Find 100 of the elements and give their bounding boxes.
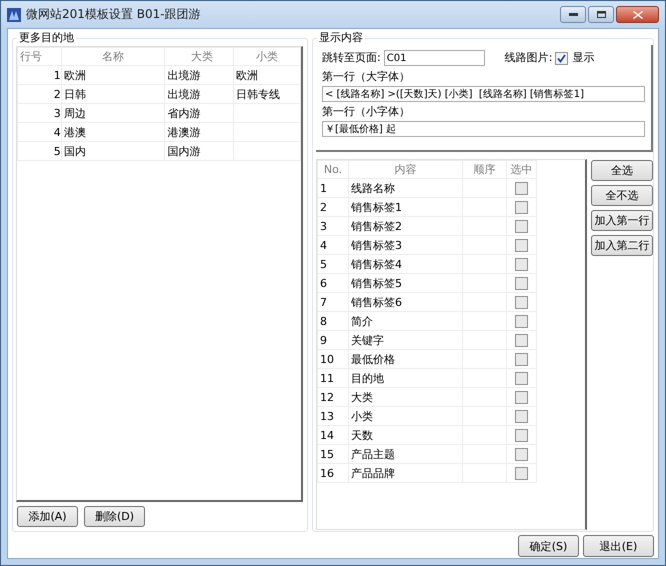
table-cell: 出境游 bbox=[167, 68, 200, 82]
table-cell: 2 bbox=[54, 88, 61, 100]
push-button[interactable]: 加入第一行 bbox=[591, 210, 653, 231]
push-button[interactable]: 删除(D) bbox=[84, 506, 145, 527]
table-cell: 8 bbox=[320, 314, 327, 328]
table-cell: 最低价格 bbox=[351, 352, 395, 366]
push-button[interactable]: 添加(A) bbox=[17, 506, 78, 527]
checkbox[interactable] bbox=[515, 466, 528, 480]
column-header: 大类 bbox=[164, 48, 234, 66]
table-cell: 日韩专线 bbox=[236, 88, 280, 100]
table-cell: 5 bbox=[54, 144, 61, 158]
checkbox[interactable] bbox=[515, 182, 528, 194]
table-cell: 销售标签2 bbox=[351, 220, 402, 232]
table-cell: 11 bbox=[320, 372, 334, 384]
table-cell: 销售标签1 bbox=[351, 200, 402, 214]
push-button[interactable]: 退出(E) bbox=[583, 535, 654, 557]
table-cell: 14 bbox=[320, 428, 334, 442]
table-cell: 国内 bbox=[64, 144, 86, 158]
maximize-icon bbox=[596, 11, 606, 18]
column-header: 内容 bbox=[348, 160, 462, 178]
maximize-button[interactable] bbox=[588, 6, 614, 23]
checkbox[interactable] bbox=[515, 296, 528, 308]
checkbox[interactable] bbox=[515, 200, 528, 214]
push-button[interactable]: 确定(S) bbox=[518, 535, 579, 557]
input-field[interactable]: C01 bbox=[384, 50, 485, 66]
app-icon bbox=[7, 8, 21, 22]
input-field[interactable]: ￥[最低价格] 起 bbox=[322, 121, 645, 137]
table-cell: 大类 bbox=[351, 390, 373, 404]
table-cell: 16 bbox=[320, 466, 334, 480]
table-cell: 2 bbox=[320, 200, 327, 214]
input-field[interactable]: < [线路名称] >([天数]天) [小类] [线路名称] [销售标签1] bbox=[322, 86, 645, 102]
table-cell: 省内游 bbox=[167, 106, 200, 120]
table-cell: 15 bbox=[320, 448, 334, 460]
table-cell: 简介 bbox=[351, 314, 373, 328]
table-cell: 小类 bbox=[351, 410, 373, 422]
table-cell: 港澳 bbox=[64, 126, 86, 138]
checkbox[interactable] bbox=[515, 276, 528, 290]
table-cell: 3 bbox=[320, 220, 327, 232]
checkbox[interactable] bbox=[515, 334, 528, 346]
push-button[interactable]: 加入第二行 bbox=[591, 235, 653, 256]
column-header: 行号 bbox=[18, 48, 62, 66]
table-cell: 欧洲 bbox=[236, 68, 258, 82]
table-cell: 1 bbox=[54, 68, 61, 82]
table-cell: 港澳游 bbox=[167, 126, 200, 138]
table-cell: 13 bbox=[320, 410, 334, 422]
checkbox[interactable] bbox=[515, 372, 528, 384]
table-cell: 产品品牌 bbox=[351, 466, 395, 480]
table-cell: 销售标签3 bbox=[351, 238, 402, 252]
table-cell: 3 bbox=[54, 106, 61, 120]
checkbox[interactable] bbox=[555, 52, 568, 64]
table-cell: 9 bbox=[320, 334, 327, 346]
table-cell: 4 bbox=[320, 238, 327, 252]
table-cell: 日韩 bbox=[64, 88, 86, 100]
column-header: 名称 bbox=[61, 48, 165, 66]
table-cell: 天数 bbox=[351, 428, 373, 442]
column-header: 顺序 bbox=[462, 160, 506, 178]
table-cell: 4 bbox=[54, 126, 61, 138]
table-cell: 线路名称 bbox=[351, 182, 395, 194]
table-cell: 出境游 bbox=[167, 88, 200, 100]
checkbox[interactable] bbox=[515, 428, 528, 442]
table-cell: 5 bbox=[320, 258, 327, 270]
table-cell: 欧洲 bbox=[64, 68, 86, 82]
field-label: 第一行（大字体） bbox=[322, 70, 411, 84]
checkbox-label: 显示 bbox=[572, 51, 594, 65]
group-title: 显示内容 bbox=[317, 31, 365, 45]
close-icon bbox=[632, 10, 642, 18]
window-title: 微网站201模板设置 B01-跟团游 bbox=[26, 6, 202, 23]
push-button[interactable]: 全不选 bbox=[591, 185, 653, 206]
table-cell: 销售标签6 bbox=[351, 296, 402, 308]
table-cell: 国内游 bbox=[167, 144, 200, 158]
group-title: 更多目的地 bbox=[17, 31, 76, 45]
table-cell: 销售标签4 bbox=[351, 258, 402, 270]
checkbox[interactable] bbox=[515, 238, 528, 252]
checkbox[interactable] bbox=[515, 448, 528, 460]
checkbox[interactable] bbox=[515, 410, 528, 422]
table-cell: 产品主题 bbox=[351, 448, 395, 460]
table-cell: 销售标签5 bbox=[351, 276, 402, 290]
table-cell: 6 bbox=[320, 276, 327, 290]
table-cell: 10 bbox=[320, 352, 334, 366]
table-cell: 关键字 bbox=[351, 334, 384, 346]
checkbox[interactable] bbox=[515, 314, 528, 328]
column-header: No. bbox=[318, 160, 348, 178]
table-cell: 12 bbox=[320, 390, 334, 404]
table-cell: 1 bbox=[320, 182, 327, 194]
field-label: 线路图片: bbox=[504, 51, 552, 65]
column-header: 小类 bbox=[234, 48, 300, 66]
column-header: 选中 bbox=[506, 160, 536, 178]
push-button[interactable]: 全选 bbox=[591, 160, 653, 181]
field-label: 跳转至页面: bbox=[322, 51, 381, 65]
minimize-button[interactable] bbox=[560, 6, 586, 23]
table-cell: 7 bbox=[320, 296, 327, 308]
field-label: 第一行（小字体） bbox=[322, 105, 411, 119]
checkbox[interactable] bbox=[515, 352, 528, 366]
checkbox[interactable] bbox=[515, 220, 528, 232]
checkbox[interactable] bbox=[515, 258, 528, 270]
minimize-icon bbox=[568, 13, 578, 16]
table-cell: 周边 bbox=[64, 106, 86, 120]
checkbox[interactable] bbox=[515, 390, 528, 404]
table-cell: 目的地 bbox=[351, 372, 384, 384]
close-button[interactable] bbox=[616, 6, 659, 23]
